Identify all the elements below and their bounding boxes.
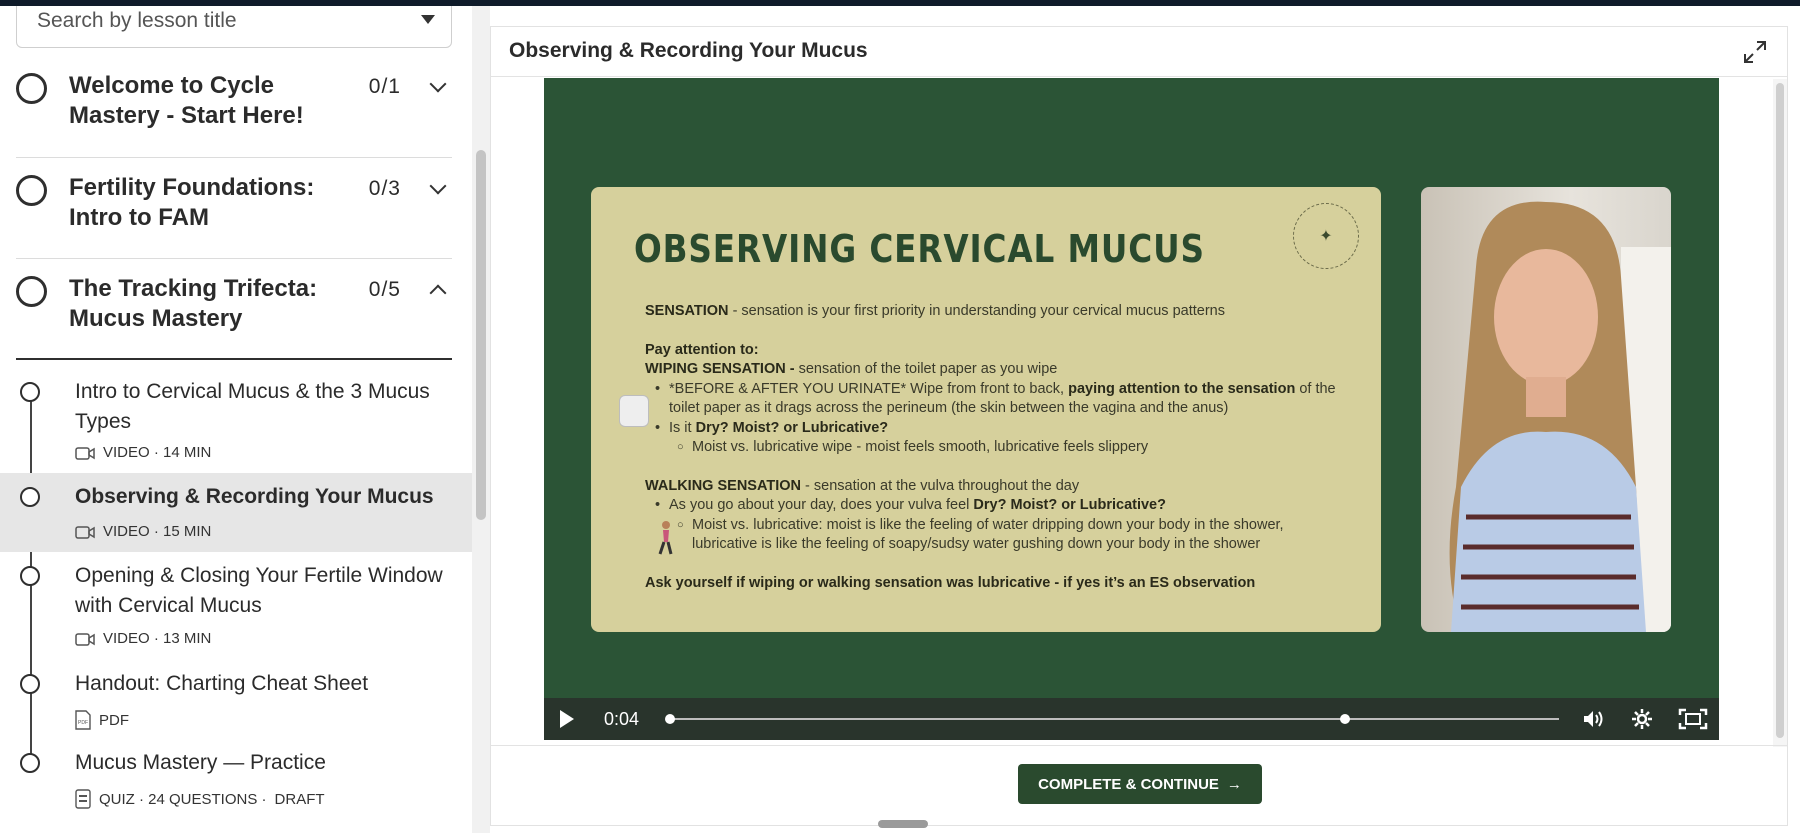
complete-continue-button[interactable]: COMPLETE & CONTINUE → (1018, 764, 1262, 804)
section-progress-circle-icon (16, 175, 47, 206)
brand-seal-logo: ✦ (1293, 203, 1359, 269)
section-title: The Tracking Trifecta: Mucus Mastery (69, 275, 318, 332)
progress-track[interactable] (669, 718, 1559, 720)
lesson-title: Intro to Cervical Mucus & the 3 Mucus Ty… (75, 380, 430, 433)
expand-icon[interactable] (1743, 40, 1767, 64)
playback-time: 0:04 (604, 709, 640, 729)
video-icon (75, 446, 95, 460)
volume-icon[interactable] (1582, 708, 1606, 730)
section-count: 0/5 (368, 278, 401, 301)
lesson-status-circle-icon (20, 382, 40, 402)
section-progress-circle-icon (16, 276, 47, 307)
lesson-meta: VIDEO · 15 MIN (75, 523, 211, 540)
lesson-meta: QUIZ · 24 QUESTIONS · DRAFT (75, 789, 325, 809)
content-scroll-thumb[interactable] (1776, 83, 1784, 738)
arrow-right-icon: → (1226, 775, 1242, 793)
section-title: Welcome to Cycle Mastery - Start Here! (69, 72, 304, 129)
chevron-up-icon[interactable] (429, 284, 447, 302)
svg-text:PDF: PDF (78, 720, 88, 726)
quiz-icon (75, 789, 91, 809)
fullscreen-icon[interactable] (1678, 708, 1708, 730)
video-slide: OBSERVING CERVICAL MUCUS ✦ SENSATION - s… (591, 187, 1381, 632)
section-welcome[interactable]: Welcome to Cycle Mastery - Start Here! 0… (16, 56, 452, 158)
lesson-meta-text: VIDEO · 13 MIN (103, 630, 212, 647)
lesson-status-circle-icon (20, 753, 40, 773)
lesson-status-circle-icon (20, 674, 40, 694)
section-count: 0/1 (368, 75, 401, 98)
lesson-meta-text: VIDEO · 14 MIN (103, 444, 212, 461)
lesson-item[interactable]: Handout: Charting Cheat Sheet PDF PDF (0, 660, 472, 739)
search-placeholder: Search by lesson title (37, 9, 237, 32)
play-icon[interactable] (560, 710, 574, 728)
section-fertility-foundations[interactable]: Fertility Foundations: Intro to FAM 0/3 (16, 158, 452, 259)
video-icon (75, 632, 95, 646)
progress-handle[interactable] (1340, 714, 1351, 724)
caret-down-icon (421, 15, 435, 24)
section-title: Fertility Foundations: Intro to FAM (69, 174, 315, 231)
lesson-item[interactable]: Opening & Closing Your Fertile Window wi… (0, 552, 472, 660)
complete-continue-label: COMPLETE & CONTINUE (1038, 775, 1219, 793)
progress-start-handle[interactable] (665, 714, 675, 724)
chevron-down-icon[interactable] (429, 177, 447, 195)
section-count: 0/3 (368, 177, 401, 200)
lesson-meta-text: PDF (99, 711, 129, 729)
draft-badge: DRAFT (274, 790, 325, 808)
lesson-page-title: Observing & Recording Your Mucus (509, 39, 868, 62)
resize-grip[interactable] (878, 820, 928, 828)
lesson-title: Handout: Charting Cheat Sheet (75, 672, 369, 695)
lesson-meta-text: QUIZ · 24 QUESTIONS · (99, 790, 267, 808)
slide-body: SENSATION - sensation is your first prio… (645, 302, 1345, 593)
content-footer: COMPLETE & CONTINUE → (491, 745, 1787, 827)
lesson-meta: VIDEO · 14 MIN (75, 444, 211, 461)
lesson-content-panel: Observing & Recording Your Mucus OBSERVI… (490, 26, 1788, 826)
lesson-meta: PDF PDF (75, 710, 129, 730)
lesson-item[interactable]: Mucus Mastery — Practice QUIZ · 24 QUEST… (0, 739, 472, 829)
presenter-video (1421, 187, 1671, 632)
lesson-item[interactable]: Intro to Cervical Mucus & the 3 Mucus Ty… (0, 368, 472, 478)
sidebar-scroll-thumb[interactable] (476, 150, 486, 520)
lesson-sidebar: Search by lesson title Welcome to Cycle … (0, 6, 472, 833)
lesson-status-circle-icon (20, 566, 40, 586)
slide-title: OBSERVING CERVICAL MUCUS (634, 227, 1205, 271)
lesson-item-active[interactable]: Observing & Recording Your Mucus VIDEO ·… (0, 473, 472, 552)
video-player[interactable]: OBSERVING CERVICAL MUCUS ✦ SENSATION - s… (544, 78, 1719, 740)
lesson-title: Mucus Mastery — Practice (75, 751, 326, 774)
lesson-title: Observing & Recording Your Mucus (75, 485, 434, 508)
content-scrollbar[interactable] (1773, 79, 1787, 747)
pdf-icon: PDF (75, 710, 91, 730)
section-progress-circle-icon (16, 73, 47, 104)
lesson-meta: VIDEO · 13 MIN (75, 630, 211, 647)
lesson-meta-text: VIDEO · 15 MIN (103, 523, 212, 540)
settings-gear-icon[interactable] (1630, 708, 1654, 730)
chevron-down-icon[interactable] (429, 75, 447, 93)
content-header: Observing & Recording Your Mucus (491, 27, 1787, 77)
lesson-status-circle-icon (20, 487, 40, 507)
lesson-title: Opening & Closing Your Fertile Window wi… (75, 564, 443, 617)
section-tracking-trifecta[interactable]: The Tracking Trifecta: Mucus Mastery 0/5 (16, 259, 452, 360)
video-icon (75, 525, 95, 539)
video-controls: 0:04 (544, 698, 1719, 740)
lesson-search-select[interactable]: Search by lesson title (16, 6, 452, 48)
